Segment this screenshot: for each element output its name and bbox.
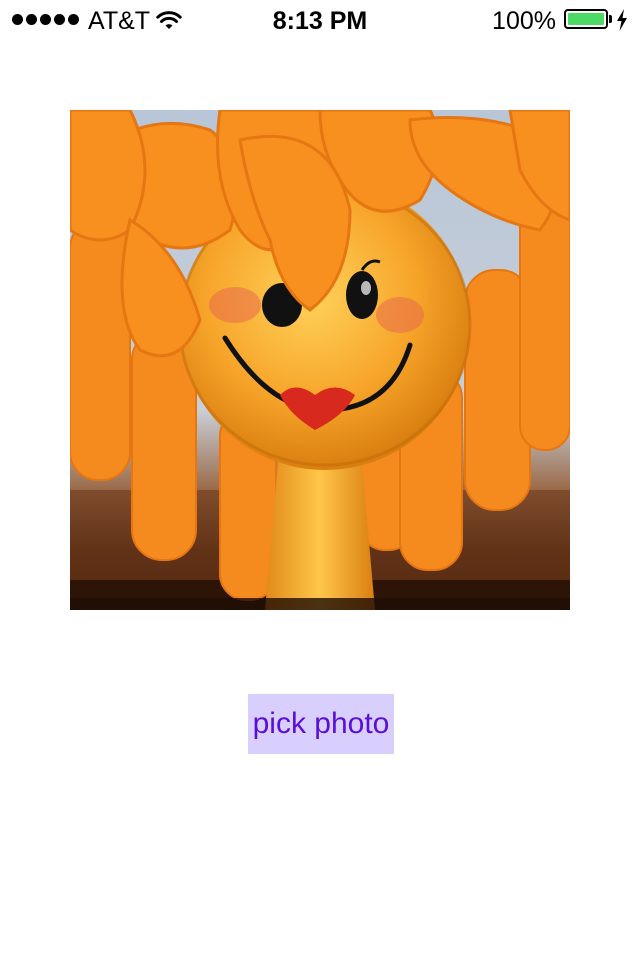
selected-photo (70, 110, 570, 610)
app-screen: AT&T 8:13 PM 100% pick photo (0, 0, 640, 960)
charging-bolt-icon (617, 9, 627, 31)
battery-icon (564, 9, 608, 29)
battery-tip (609, 15, 612, 23)
status-bar: AT&T 8:13 PM 100% (0, 0, 640, 40)
photo-image (70, 110, 570, 610)
pick-photo-button[interactable]: pick photo (248, 694, 394, 754)
battery-percentage: 100% (492, 7, 556, 35)
